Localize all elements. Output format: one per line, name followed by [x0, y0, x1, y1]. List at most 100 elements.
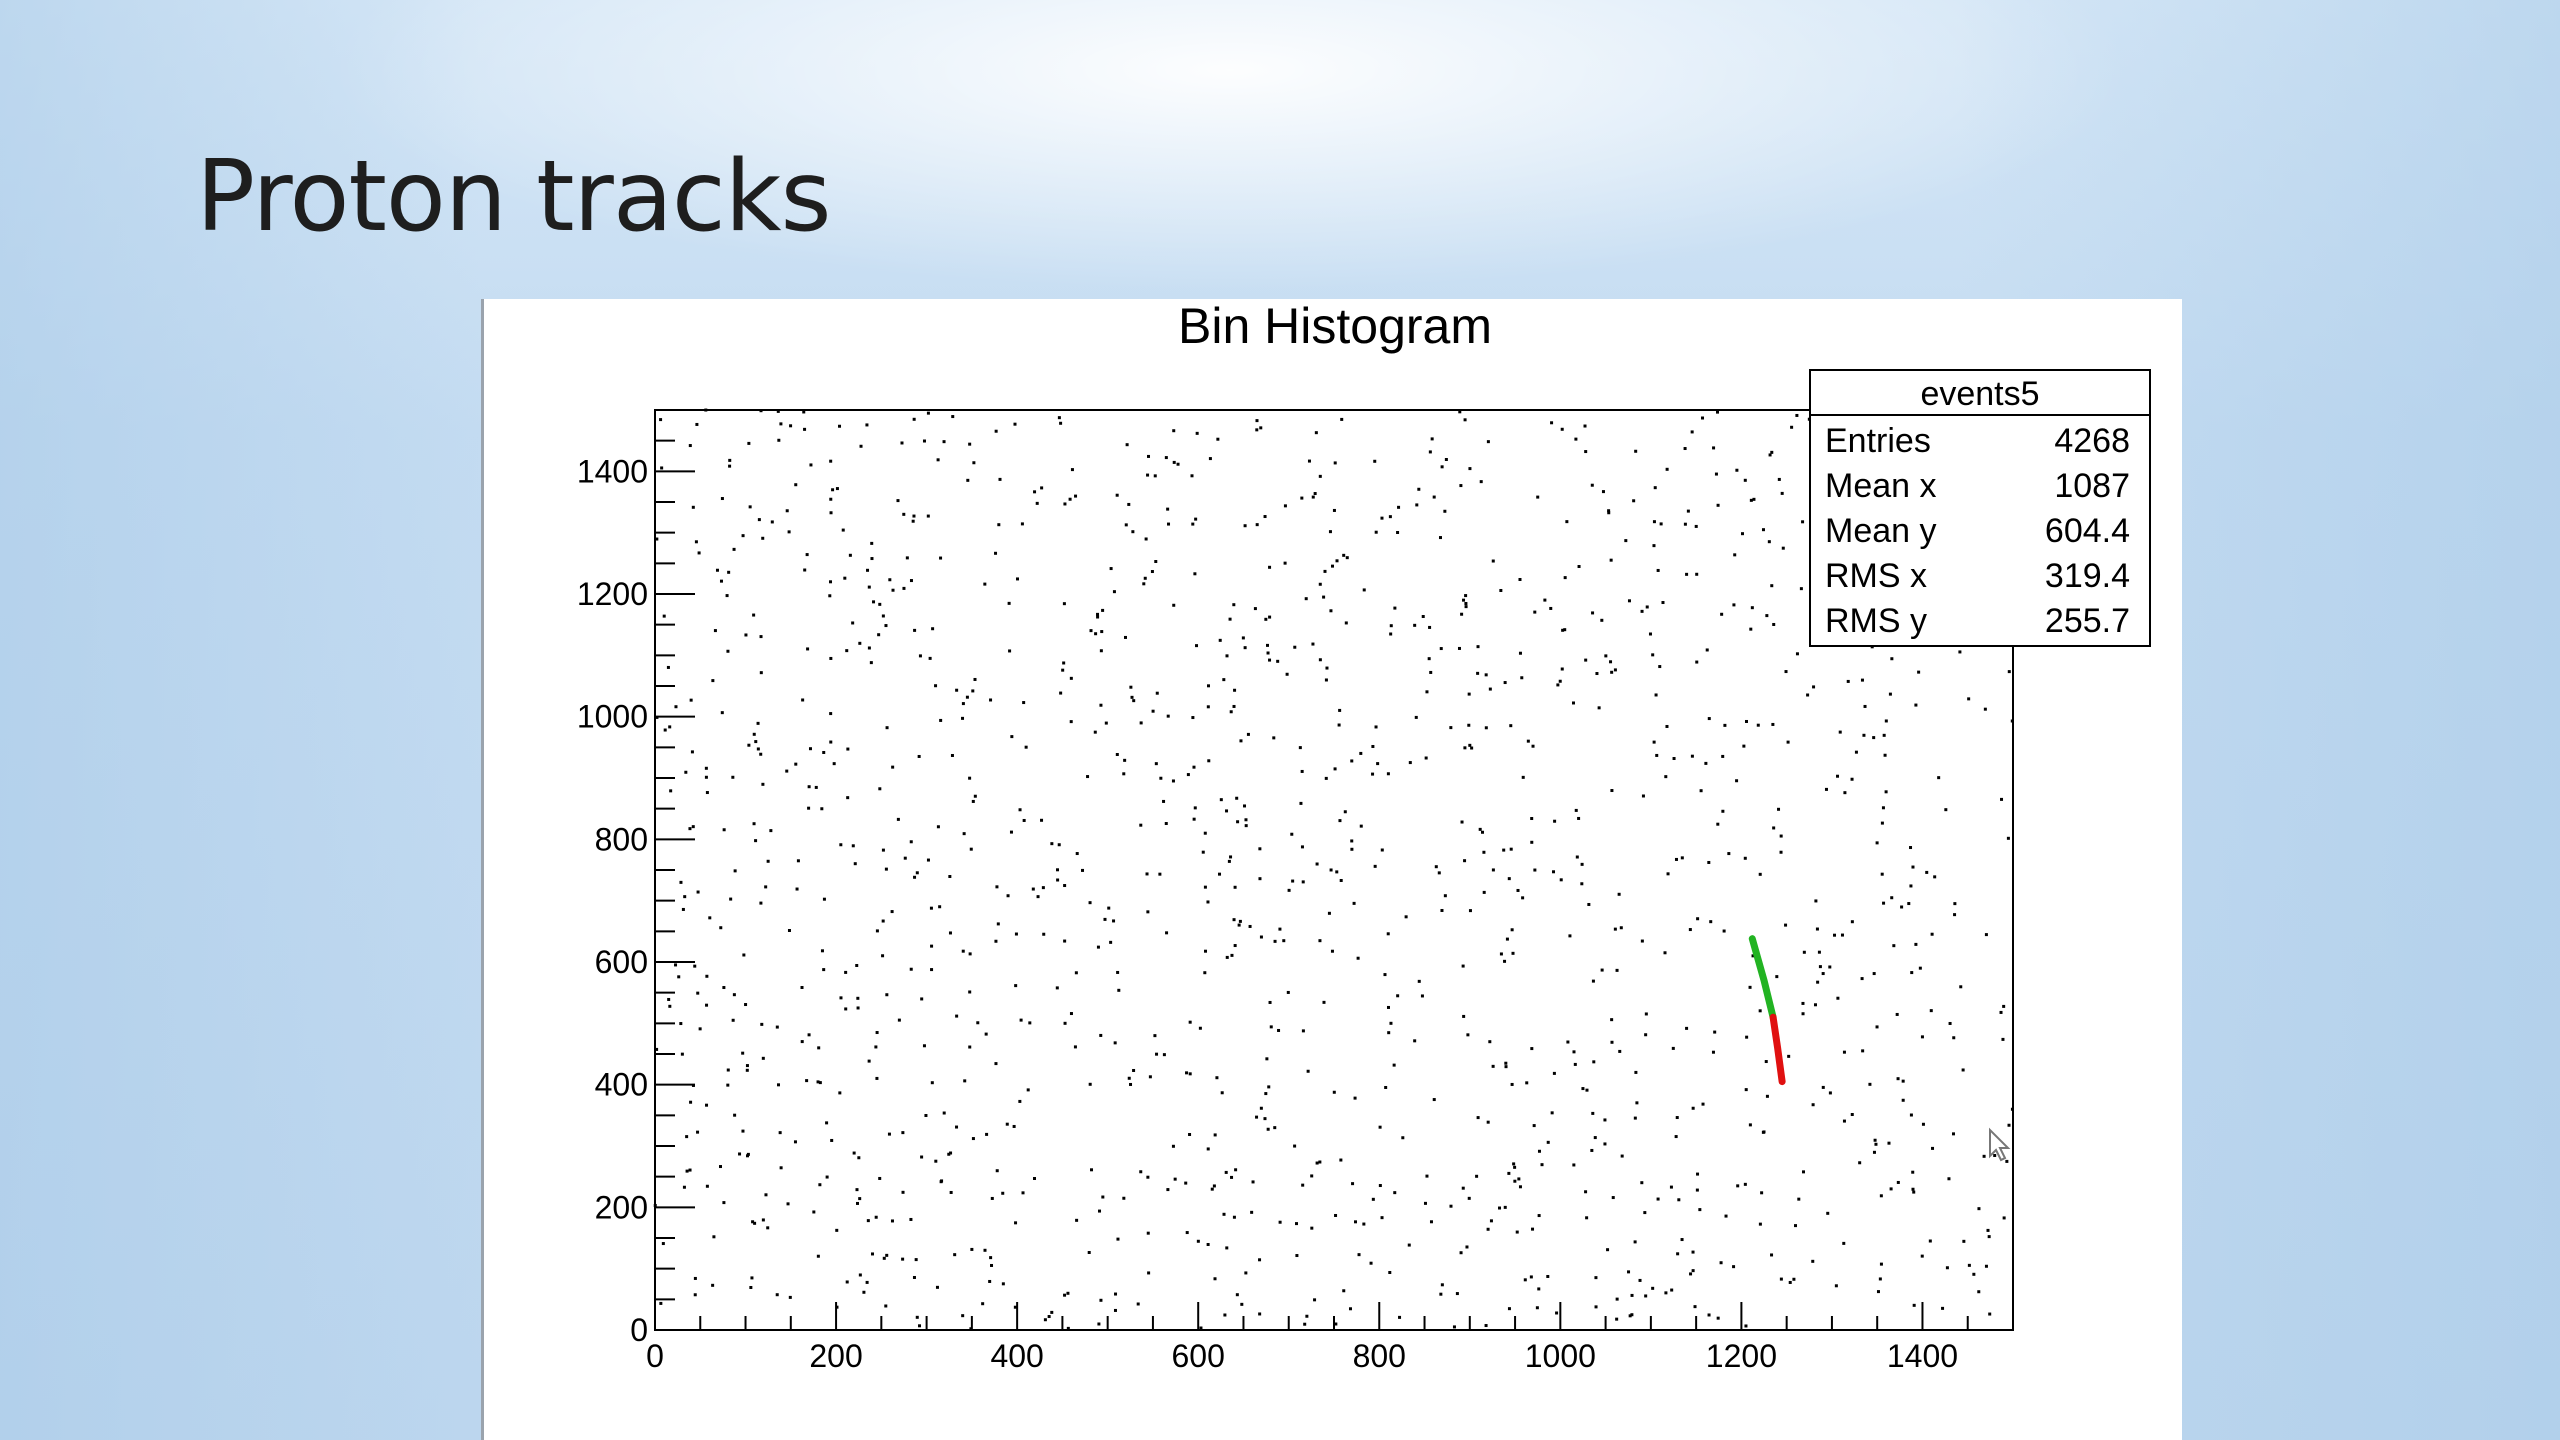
scatter-point: [726, 1083, 730, 1087]
scatter-point: [669, 789, 673, 793]
scatter-point: [1834, 1284, 1838, 1288]
scatter-point: [1258, 847, 1262, 851]
scatter-point: [1610, 670, 1614, 674]
scatter-point: [742, 953, 746, 957]
scatter-point: [1735, 468, 1739, 472]
scatter-point: [754, 839, 758, 843]
scatter-point: [1352, 901, 1356, 905]
scatter-point: [1655, 753, 1659, 757]
scatter-point: [1146, 473, 1150, 477]
scatter-point: [829, 511, 833, 515]
scatter-point: [2007, 1123, 2011, 1127]
scatter-point: [934, 1159, 938, 1163]
scatter-point: [1772, 622, 1776, 626]
scatter-point: [1096, 615, 1100, 619]
scatter-point: [1268, 565, 1272, 569]
scatter-point: [878, 1176, 882, 1180]
scatter-point: [1300, 496, 1304, 500]
scatter-point: [1533, 868, 1537, 872]
scatter-point: [1499, 952, 1503, 956]
scatter-point: [1031, 887, 1035, 891]
scatter-point: [1713, 1030, 1717, 1034]
scatter-point: [1172, 429, 1176, 433]
scatter-point: [1063, 1293, 1067, 1297]
scatter-point: [1873, 1138, 1877, 1142]
scatter-point: [1383, 973, 1387, 977]
chart-title: Bin Histogram: [1178, 299, 1492, 354]
scatter-point: [803, 427, 807, 431]
scatter-point: [1162, 1053, 1166, 1057]
scatter-point: [1073, 1045, 1077, 1049]
scatter-point: [1332, 1090, 1336, 1094]
scatter-point: [1714, 472, 1718, 476]
scatter-point: [752, 822, 756, 826]
scatter-point: [1096, 945, 1100, 949]
scatter-point: [939, 718, 943, 722]
scatter-point: [1884, 790, 1888, 794]
scatter-point: [1266, 651, 1270, 655]
scatter-point: [1850, 777, 1854, 781]
scatter-point: [822, 897, 826, 901]
scatter-point: [1020, 522, 1024, 526]
scatter-point: [1879, 1262, 1883, 1266]
scatter-point: [955, 1014, 959, 1018]
scatter-point: [727, 570, 731, 574]
scatter-point: [901, 1257, 905, 1261]
scatter-point: [1779, 850, 1783, 854]
scatter-point: [1136, 1302, 1140, 1306]
scatter-point: [775, 1025, 779, 1029]
scatter-point: [1484, 726, 1488, 730]
scatter-point: [1093, 730, 1097, 734]
scatter-point: [918, 1324, 922, 1328]
scatter-point: [926, 514, 930, 518]
scatter-point: [1132, 699, 1136, 703]
scatter-point: [1511, 951, 1515, 955]
scatter-point: [1186, 773, 1190, 777]
scatter-point: [1185, 1231, 1189, 1235]
scatter-point: [1758, 872, 1762, 876]
scatter-point: [1615, 1297, 1619, 1301]
y-tick-label: 1200: [577, 576, 648, 612]
scatter-point: [722, 828, 726, 832]
scatter-point: [1931, 1146, 1935, 1150]
scatter-point: [1581, 1087, 1585, 1091]
scatter-point: [1788, 1280, 1792, 1284]
scatter-point: [1962, 1239, 1966, 1243]
scatter-point: [1232, 918, 1236, 922]
scatter-point: [1109, 940, 1113, 944]
scatter-point: [1006, 894, 1010, 898]
scatter-point: [1306, 1069, 1310, 1073]
scatter-point: [1912, 1190, 1916, 1194]
scatter-point: [971, 799, 975, 803]
scatter-point: [939, 1180, 943, 1184]
scatter-point: [1874, 1142, 1878, 1146]
scatter-point: [1233, 944, 1237, 948]
scatter-point: [1967, 1263, 1971, 1267]
scatter-point: [1643, 1211, 1647, 1215]
scatter-point: [1348, 1307, 1352, 1311]
scatter-point: [1088, 901, 1092, 905]
scatter-point: [1583, 424, 1587, 428]
scatter-point: [1768, 453, 1772, 457]
scatter-point: [1683, 522, 1687, 526]
scatter-point: [851, 621, 855, 625]
scatter-point: [1393, 606, 1397, 610]
scatter-point: [1056, 878, 1060, 882]
scatter-point: [1498, 1206, 1502, 1210]
scatter-point: [1613, 668, 1617, 672]
scatter-point: [777, 1083, 781, 1087]
scatter-point: [733, 1113, 737, 1117]
scatter-point: [1707, 860, 1711, 864]
scatter-point: [1530, 840, 1534, 844]
scatter-point: [764, 885, 768, 889]
scatter-point: [1838, 730, 1842, 734]
scatter-point: [1721, 754, 1725, 758]
scatter-point: [1615, 968, 1619, 972]
scatter-point: [1917, 670, 1921, 674]
scatter-point: [901, 1190, 905, 1194]
scatter-point: [936, 825, 940, 829]
scatter-point: [981, 1302, 985, 1306]
scatter-point: [857, 1156, 861, 1160]
scatter-point: [691, 825, 695, 829]
scatter-point: [1860, 977, 1864, 981]
